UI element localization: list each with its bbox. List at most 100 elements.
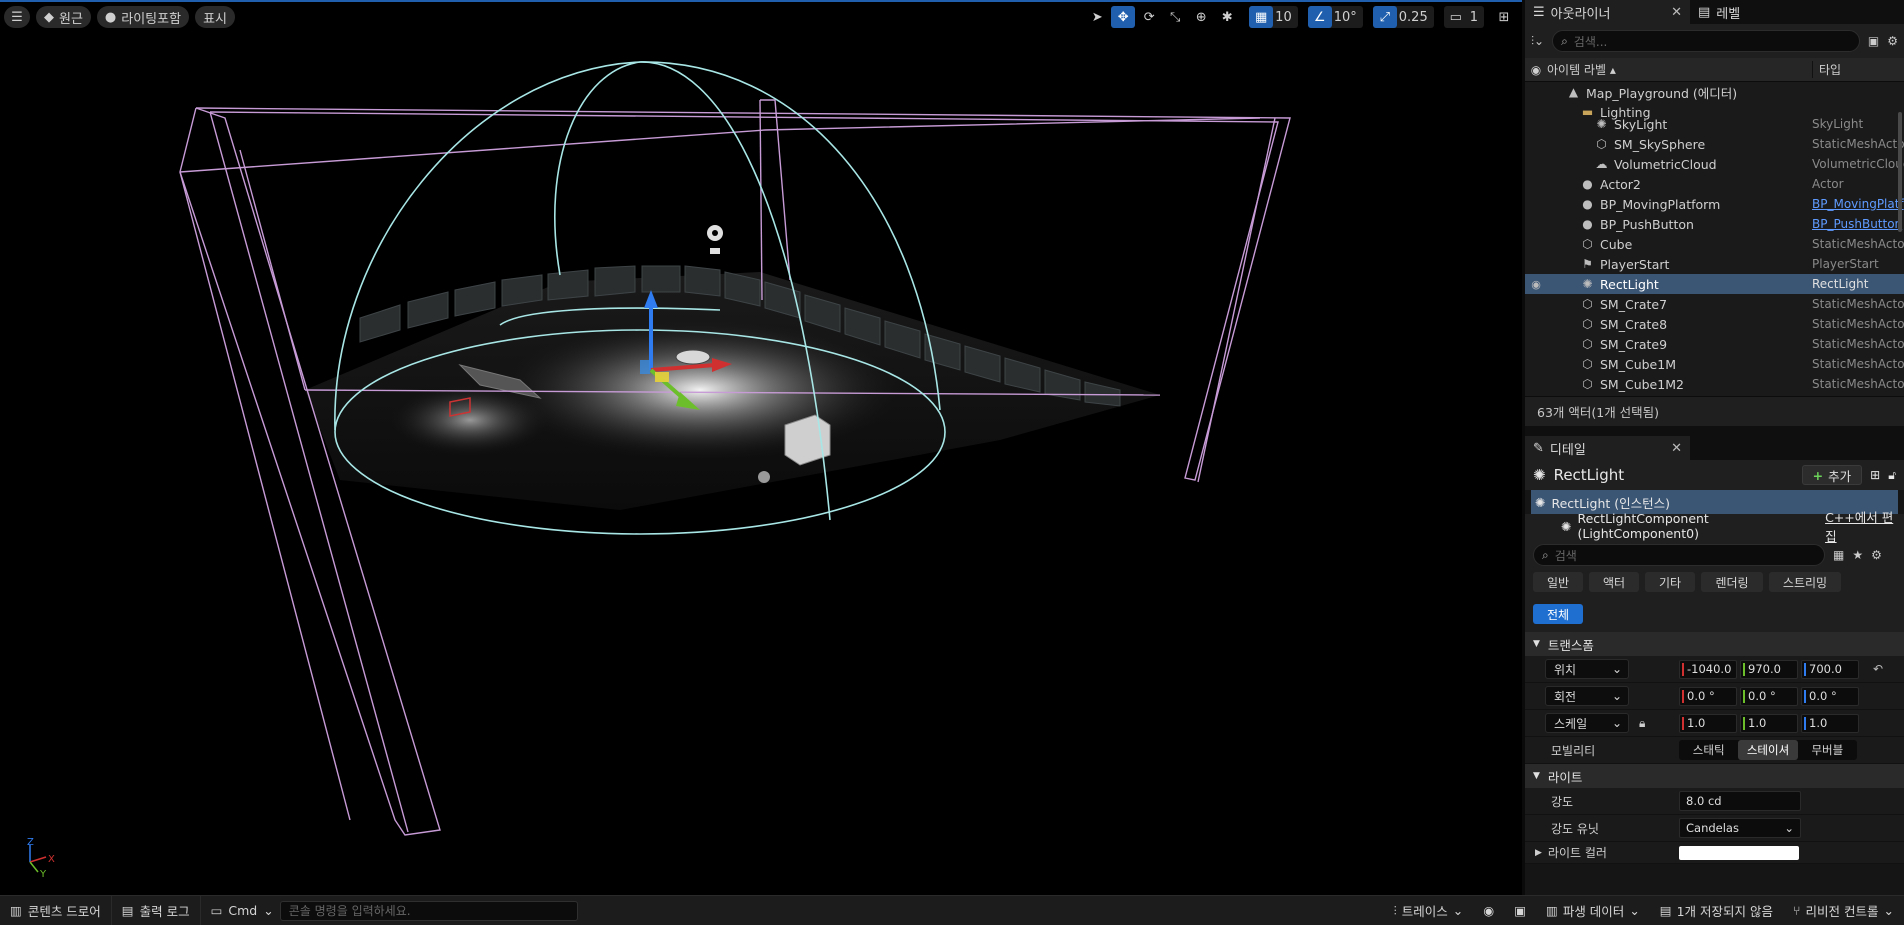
tree-row-sm-crate7[interactable]: ⬡ SM_Crate7 StaticMeshActo (1525, 294, 1904, 314)
surface-snap-icon[interactable]: ✱ (1215, 6, 1239, 28)
tree-row-type[interactable]: BP_MovingPlatf (1812, 197, 1904, 211)
translate-mode-icon[interactable]: ✥ (1111, 6, 1136, 28)
tree-row-map[interactable]: ▲ Map_Playground (에디터) (1525, 82, 1904, 102)
column-item-label[interactable]: 아이템 라벨 ▴ (1547, 61, 1812, 78)
mobility-static[interactable]: 스태틱 (1679, 740, 1738, 760)
revision-control-button[interactable]: ⑂ 리비전 컨트롤 ⌄ (1783, 896, 1904, 925)
location-z-field[interactable]: 700.0 (1801, 659, 1859, 679)
rotation-snap-icon[interactable]: ∠ (1307, 6, 1332, 28)
rotation-snap-group[interactable]: ∠ 10° (1307, 6, 1363, 28)
tree-row-sm-crate8[interactable]: ⬡ SM_Crate8 StaticMeshActo (1525, 314, 1904, 334)
cmd-selector[interactable]: ▭ Cmd ⌄ (201, 896, 274, 925)
location-dropdown[interactable]: 위치 ⌄ (1545, 659, 1629, 679)
show-button[interactable]: 표시 (195, 6, 235, 28)
scale-y-field[interactable]: 1.0 (1740, 713, 1798, 733)
outliner-search-input[interactable]: ⌕ 검색... (1552, 30, 1860, 52)
rotation-dropdown[interactable]: 회전 ⌄ (1545, 686, 1629, 706)
intensity-field[interactable]: 8.0 cd (1679, 791, 1801, 811)
tree-row-type[interactable]: BP_PushButton (1812, 217, 1904, 231)
grid-snap-group[interactable]: ▦ 10 (1249, 6, 1298, 28)
actor-name[interactable]: RectLight (1554, 466, 1625, 484)
viewport-menu-button[interactable]: ☰ (4, 6, 30, 28)
table-view-icon[interactable]: ▦ (1833, 548, 1844, 562)
screenshot-icon[interactable]: ▣ (1504, 896, 1536, 925)
view-mode-button[interactable]: ● 라이팅포함 (96, 6, 190, 28)
intensity-unit-dropdown[interactable]: Candelas ⌄ (1679, 818, 1801, 838)
tree-row-rectlight[interactable]: ◉ ✺ RectLight RectLight (1525, 274, 1904, 294)
scene-render[interactable]: Z X Y (0, 0, 1522, 895)
record-icon[interactable]: ◉ (1473, 896, 1504, 925)
rotation-y-field[interactable]: 0.0 ° (1740, 686, 1798, 706)
tree-row-volumetriccloud[interactable]: ☁ VolumetricCloud VolumetricCloud (1525, 154, 1904, 174)
rotate-mode-icon[interactable]: ⟳ (1137, 6, 1161, 28)
filter-actor[interactable]: 액터 (1589, 572, 1639, 592)
filter-general[interactable]: 일반 (1533, 572, 1583, 592)
tree-row-sm-door[interactable]: ⬡SM_DoorStaticMeshActo (1525, 394, 1904, 396)
camera-speed-group[interactable]: ▭ 1 (1443, 6, 1484, 28)
rotation-x-field[interactable]: 0.0 ° (1679, 686, 1737, 706)
unsaved-button[interactable]: ▤ 1개 저장되지 않음 (1650, 896, 1783, 925)
light-color-swatch[interactable] (1679, 845, 1799, 860)
outliner-scrollbar[interactable] (1898, 112, 1902, 232)
tree-row-sm-cube1m2[interactable]: ⬡ SM_Cube1M2 StaticMeshActo (1525, 374, 1904, 394)
visibility-column-icon[interactable]: ◉ (1525, 63, 1547, 77)
grid-snap-icon[interactable]: ▦ (1249, 6, 1274, 28)
rotation-z-field[interactable]: 0.0 ° (1801, 686, 1859, 706)
mobility-movable[interactable]: 무버블 (1798, 740, 1857, 760)
select-mode-icon[interactable]: ➤ (1085, 6, 1109, 28)
scale-snap-icon[interactable]: ⤢ (1372, 6, 1397, 28)
tab-details[interactable]: ✎ 디테일 ✕ (1525, 436, 1690, 460)
mobility-stationary[interactable]: 스테이셔 (1738, 740, 1798, 760)
camera-speed-value[interactable]: 1 (1468, 10, 1484, 25)
world-space-icon[interactable]: ⊕ (1189, 6, 1213, 28)
scale-mode-icon[interactable]: ⤡ (1163, 6, 1187, 28)
derived-data-button[interactable]: ▥ 파생 데이터 ⌄ (1536, 896, 1650, 925)
filter-streaming[interactable]: 스트리밍 (1769, 572, 1841, 592)
edit-in-cpp-link[interactable]: C++에서 편집 (1825, 507, 1900, 545)
perspective-button[interactable]: ◆ 원근 (36, 6, 91, 28)
column-type[interactable]: 타입 (1812, 61, 1904, 78)
scale-snap-group[interactable]: ⤢ 0.25 (1372, 6, 1434, 28)
level-viewport[interactable]: Z X Y ☰ ◆ 원근 ● 라이팅포함 표시 ➤ ✥ ⟳ ⤡ ⊕ ✱ ▦ 10… (0, 0, 1522, 895)
section-light[interactable]: ▼ 라이트 (1525, 764, 1904, 788)
filter-rendering[interactable]: 렌더링 (1701, 572, 1763, 592)
section-transform[interactable]: ▼ 트랜스폼 (1525, 632, 1904, 656)
content-drawer-button[interactable]: ▥ 콘텐츠 드로어 (0, 896, 112, 925)
tree-row-cube[interactable]: ⬡ Cube StaticMeshActo (1525, 234, 1904, 254)
lock-icon[interactable]: 🔒︎ (1639, 716, 1645, 731)
trace-button[interactable]: ⫶ 트레이스 ⌄ (1384, 896, 1474, 925)
grid-snap-value[interactable]: 10 (1273, 10, 1298, 25)
reset-icon[interactable]: ↶ (1873, 662, 1883, 676)
expand-arrow-icon[interactable]: ▶ (1535, 848, 1542, 858)
filter-icon[interactable]: ⫶⌄ (1531, 34, 1544, 49)
tree-row-sm-cube1m[interactable]: ⬡ SM_Cube1M StaticMeshActo (1525, 354, 1904, 374)
details-search-input[interactable]: ⌕ 검색 (1533, 544, 1825, 566)
close-icon[interactable]: ✕ (1671, 441, 1682, 456)
filter-misc[interactable]: 기타 (1645, 572, 1695, 592)
console-command-input[interactable]: 콘솔 명령을 입력하세요. (279, 900, 578, 921)
scale-x-field[interactable]: 1.0 (1679, 713, 1737, 733)
location-y-field[interactable]: 970.0 (1740, 659, 1798, 679)
tree-row-skylight[interactable]: ✺ SkyLight SkyLight (1525, 114, 1904, 134)
tab-outliner[interactable]: ☰ 아웃라이너 ✕ (1525, 0, 1690, 24)
component-row[interactable]: ✺ RectLightComponent (LightComponent0) C… (1525, 510, 1904, 544)
tree-row-playerstart[interactable]: ⚑ PlayerStart PlayerStart (1525, 254, 1904, 274)
blueprint-icon[interactable]: ⊞ (1870, 468, 1880, 482)
visibility-icon[interactable]: ◉ (1525, 278, 1547, 291)
tree-row-bp-pushbutton[interactable]: ● BP_PushButton BP_PushButton (1525, 214, 1904, 234)
location-x-field[interactable]: -1040.0 (1679, 659, 1737, 679)
tab-levels[interactable]: ▤ 레벨 (1690, 0, 1748, 24)
tree-row-bp-movingplatform[interactable]: ● BP_MovingPlatform BP_MovingPlatf (1525, 194, 1904, 214)
tree-row-actor2[interactable]: ● Actor2 Actor (1525, 174, 1904, 194)
add-folder-icon[interactable]: ▣ (1868, 34, 1879, 48)
lock-icon[interactable]: 🔓︎ (1888, 468, 1896, 483)
camera-icon[interactable]: ▭ (1444, 6, 1468, 28)
scale-dropdown[interactable]: 스케일 ⌄ (1545, 713, 1629, 733)
close-icon[interactable]: ✕ (1671, 5, 1682, 20)
filter-all[interactable]: 전체 (1533, 604, 1583, 624)
viewport-layout-icon[interactable]: ⊞ (1492, 6, 1516, 28)
tree-row-sm-crate9[interactable]: ⬡ SM_Crate9 StaticMeshActo (1525, 334, 1904, 354)
output-log-button[interactable]: ▤ 출력 로그 (112, 896, 201, 925)
star-icon[interactable]: ★ (1852, 548, 1863, 562)
scale-snap-value[interactable]: 0.25 (1397, 10, 1434, 25)
